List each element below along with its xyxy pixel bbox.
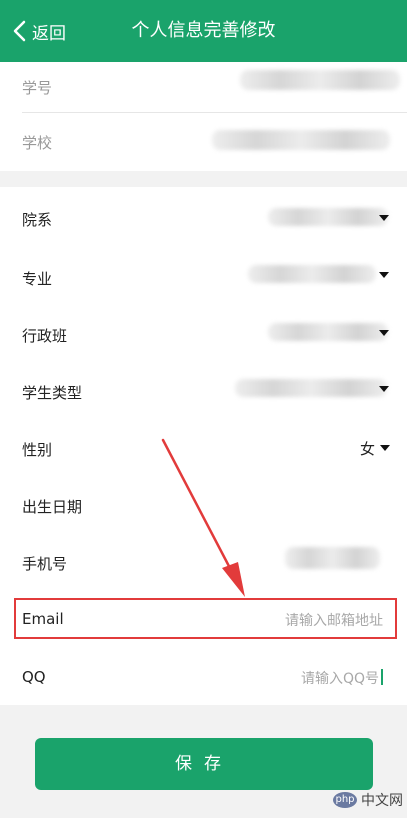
watermark: php 中文网 xyxy=(333,790,403,810)
text-cursor xyxy=(381,669,383,685)
major-label: 专业 xyxy=(22,270,53,288)
major-row[interactable]: 专业 xyxy=(0,247,407,304)
department-label: 院系 xyxy=(22,211,53,229)
qq-label: QQ xyxy=(22,668,46,686)
php-logo: php xyxy=(333,792,357,808)
department-row[interactable]: 院系 xyxy=(0,187,407,247)
phone-label: 手机号 xyxy=(22,555,68,573)
student-type-row[interactable]: 学生类型 xyxy=(0,361,407,418)
school-label: 学校 xyxy=(22,134,53,152)
chevron-down-icon xyxy=(380,445,390,451)
phone-value xyxy=(285,547,380,569)
major-value xyxy=(248,265,376,283)
student-id-row: 学号 xyxy=(0,62,407,113)
chevron-down-icon xyxy=(379,272,389,278)
save-button[interactable]: 保存 xyxy=(35,738,373,790)
chevron-down-icon xyxy=(379,386,389,392)
class-value xyxy=(268,323,388,341)
chevron-down-icon xyxy=(379,330,389,336)
class-row[interactable]: 行政班 xyxy=(0,304,407,361)
gender-row[interactable]: 性别 女 xyxy=(0,418,407,475)
student-id-label: 学号 xyxy=(22,79,53,97)
chevron-down-icon xyxy=(379,215,389,221)
birth-date-label: 出生日期 xyxy=(22,498,83,516)
class-label: 行政班 xyxy=(22,327,68,345)
edge-strip xyxy=(407,0,411,818)
birth-date-row[interactable]: 出生日期 xyxy=(0,475,407,532)
school-value xyxy=(212,130,390,150)
student-type-value xyxy=(235,379,387,397)
gender-value: 女 xyxy=(359,440,375,458)
qq-row[interactable]: QQ 请输入QQ号 xyxy=(0,647,407,705)
department-value xyxy=(268,208,388,226)
student-id-value xyxy=(240,70,400,90)
email-highlight-box xyxy=(14,598,397,639)
phone-row[interactable]: 手机号 xyxy=(0,532,407,590)
app-header: 返回 个人信息完善修改 xyxy=(0,0,407,62)
qq-input[interactable]: 请输入QQ号 xyxy=(301,668,379,688)
page-title: 个人信息完善修改 xyxy=(131,20,276,41)
school-row: 学校 xyxy=(0,113,407,171)
watermark-text: 中文网 xyxy=(361,793,403,809)
gender-label: 性别 xyxy=(22,441,53,459)
student-type-label: 学生类型 xyxy=(22,384,83,402)
